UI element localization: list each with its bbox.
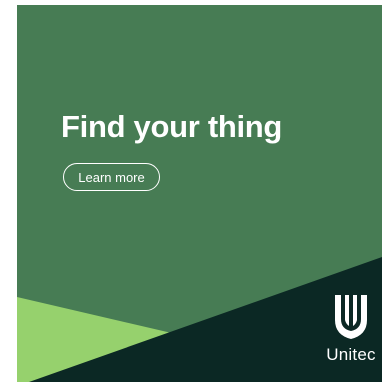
brand-name: Unitec — [326, 345, 376, 364]
unitec-shield-icon — [335, 295, 367, 339]
learn-more-button[interactable]: Learn more — [63, 163, 160, 191]
advert-banner[interactable]: Find your thing Learn more Unitec — [17, 5, 382, 382]
headline: Find your thing — [61, 109, 283, 144]
unitec-logo[interactable]: Unitec — [325, 293, 377, 373]
